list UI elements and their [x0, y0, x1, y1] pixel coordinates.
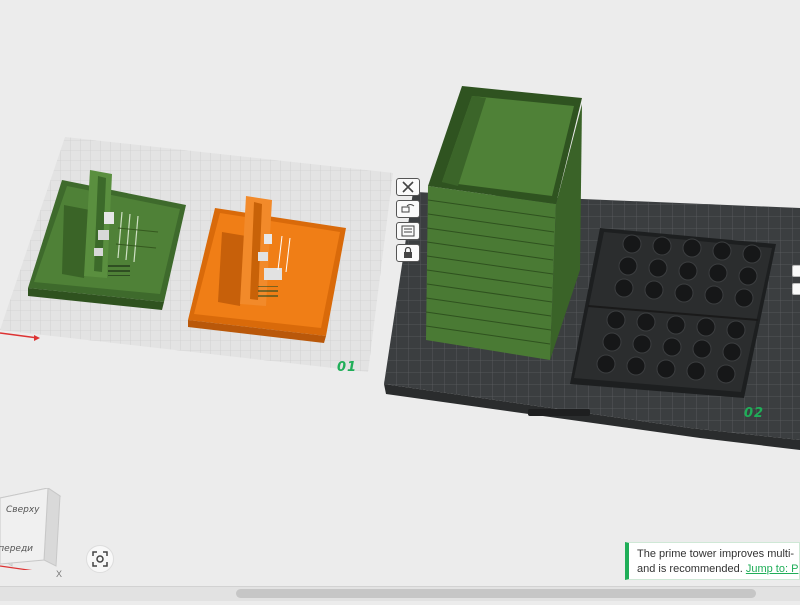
- plate-01-label: 01: [337, 360, 358, 375]
- toast-line-2-text: and is recommended.: [637, 563, 743, 575]
- focus-icon: [92, 551, 108, 567]
- remove-plate-button[interactable]: [396, 178, 420, 196]
- plate-settings-button[interactable]: [396, 222, 420, 240]
- horizontal-scrollbar[interactable]: [0, 586, 800, 601]
- auto-arrange-icon: [401, 204, 415, 213]
- toast-line-1: The prime tower improves multi-: [637, 548, 795, 560]
- close-icon: [402, 181, 414, 193]
- lock-icon: [404, 247, 412, 258]
- scrollbar-thumb[interactable]: [236, 589, 756, 598]
- jump-to-link[interactable]: Jump to: P: [746, 563, 799, 575]
- cube-x-axis: [0, 565, 43, 573]
- scene-canvas[interactable]: [0, 0, 800, 600]
- side-panel-handle-top[interactable]: [792, 265, 800, 277]
- navigation-cube[interactable]: Сверху Спереди: [0, 487, 62, 573]
- prime-tower-notification: The prime tower improves multi- and is r…: [625, 542, 800, 580]
- axis-x-label: X: [56, 569, 63, 579]
- plate-settings-icon: [401, 225, 415, 237]
- plate-02-label: 02: [744, 406, 765, 421]
- toast-line-2: and is recommended. Jump to: P: [637, 562, 799, 577]
- plate-toolbar: [396, 178, 422, 266]
- lock-plate-button[interactable]: [396, 244, 420, 262]
- battery-tray-model: [570, 228, 776, 398]
- stacked-bin-model: [425, 86, 582, 360]
- side-panel-handle-bottom[interactable]: [792, 283, 800, 295]
- x-axis-indicator: [0, 332, 39, 339]
- cube-front-label: Спереди: [0, 544, 33, 554]
- auto-arrange-button[interactable]: [396, 200, 420, 218]
- fit-view-button[interactable]: [86, 545, 114, 573]
- cube-top-label: Сверху: [6, 505, 40, 515]
- x-axis-arrow: [34, 335, 40, 341]
- 3d-viewport[interactable]: [0, 0, 800, 600]
